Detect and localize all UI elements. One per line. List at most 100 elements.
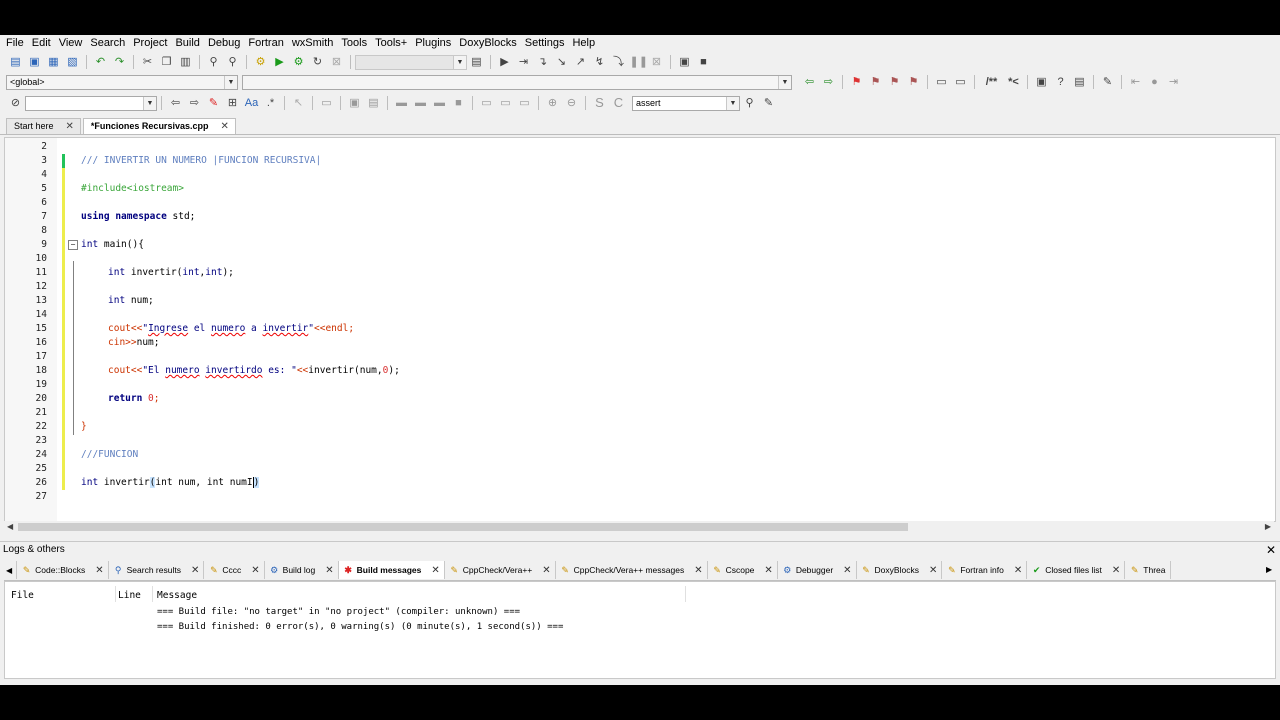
forward-arrow-icon[interactable]: ⇨ [821,74,837,90]
next-instruction-icon[interactable]: ↯ [592,54,608,70]
build-message-row[interactable]: === Build file: "no target" in "no proje… [157,607,520,617]
layout-4-icon[interactable]: ▬ [413,95,429,111]
selected-only-icon[interactable]: ⊞ [225,95,241,111]
uncomment-icon[interactable]: ▭ [953,74,969,90]
open-icon[interactable]: ▣ [27,54,43,70]
logs-tabs-scroll-left[interactable]: ◀ [4,561,18,579]
layout-2-icon[interactable]: ▤ [366,95,382,111]
symbol-settings-icon[interactable]: ✎ [761,95,777,111]
symbol-search-combo[interactable]: assert ▼ [632,95,740,111]
tab-cscope[interactable]: ✎ Cscope ✕ [708,561,778,579]
close-icon[interactable]: ✕ [1014,565,1022,576]
jump-forward-icon[interactable]: ⇥ [1166,74,1182,90]
close-icon[interactable]: ✕ [843,565,851,576]
tab-closed-files-list[interactable]: ✔ Closed files list ✕ [1027,561,1126,579]
run-to-cursor-icon[interactable]: ⇥ [516,54,532,70]
search-next-icon[interactable]: ⇨ [187,95,203,111]
jump-home-icon[interactable]: ● [1147,74,1163,90]
close-icon[interactable]: ✕ [95,565,103,576]
step-out-icon[interactable]: ↗ [573,54,589,70]
column-header-message[interactable]: Message [157,590,197,601]
scroll-right-icon[interactable]: ▶ [1265,521,1271,533]
rebuild-icon[interactable]: ↻ [310,54,326,70]
target-options-icon[interactable]: ▤ [469,54,485,70]
frame-2-icon[interactable]: ▭ [498,95,514,111]
highlight-pen-icon[interactable]: ✎ [206,95,222,111]
find-icon[interactable]: ⚲ [206,54,222,70]
doxy-comment-icon[interactable]: /** [981,74,1003,90]
menu-build[interactable]: Build [171,35,203,51]
tab-build-log[interactable]: ⚙ Build log ✕ [265,561,339,579]
new-file-icon[interactable]: ▤ [8,54,24,70]
close-icon[interactable]: ✕ [251,565,259,576]
tab-debugger[interactable]: ⚙ Debugger ✕ [778,561,857,579]
doxy-open-icon[interactable]: ▤ [1072,74,1088,90]
build-gear-icon[interactable]: ⚙ [253,54,269,70]
column-divider[interactable] [685,586,686,602]
tab-build-messages[interactable]: ✱ Build messages ✕ [338,561,445,579]
close-icon[interactable]: ✕ [694,565,702,576]
layout-5-icon[interactable]: ▬ [432,95,448,111]
close-icon[interactable]: ✕ [431,565,439,576]
bookmark-toggle-icon[interactable]: ⚑ [849,74,865,90]
menu-wxsmith[interactable]: wxSmith [288,35,338,51]
menu-help[interactable]: Help [568,35,599,51]
build-run-icon[interactable]: ⚙ [291,54,307,70]
zoom-out-icon[interactable]: ⊖ [564,95,580,111]
close-icon[interactable]: ✕ [1112,565,1120,576]
incremental-search-combo[interactable]: ▼ [25,95,157,111]
c-icon[interactable]: C [611,95,627,111]
bookmark-clear-icon[interactable]: ⚑ [906,74,922,90]
menu-fortran[interactable]: Fortran [244,35,287,51]
step-instruction-icon[interactable]: ⤵ [611,54,627,70]
copy-icon[interactable]: ❐ [159,54,175,70]
select-cursor-icon[interactable]: ↖ [291,95,307,111]
build-messages-list[interactable]: File Line Message === Build file: "no ta… [4,581,1276,679]
tools-wrench-icon[interactable]: ✎ [1100,74,1116,90]
shape-rect-icon[interactable]: ▭ [319,95,335,111]
tab-search-results[interactable]: ⚲ Search results ✕ [109,561,205,579]
close-icon[interactable]: ✕ [929,565,937,576]
column-header-file[interactable]: File [11,590,34,601]
function-combo[interactable]: ▼ [242,74,792,90]
next-line-icon[interactable]: ↴ [535,54,551,70]
build-message-row[interactable]: === Build finished: 0 error(s), 0 warnin… [157,622,563,632]
tab-cppcheck-vera[interactable]: ✎ CppCheck/Vera++ ✕ [445,561,556,579]
frame-1-icon[interactable]: ▭ [479,95,495,111]
replace-icon[interactable]: ⚲ [225,54,241,70]
tab-cppcheck-vera-messages[interactable]: ✎ CppCheck/Vera++ messages ✕ [556,561,708,579]
fold-toggle-icon[interactable]: − [68,240,78,250]
menu-tools-plus[interactable]: Tools+ [371,35,411,51]
regex-icon[interactable]: .* [263,95,279,111]
save-all-icon[interactable]: ▧ [65,54,81,70]
menu-view[interactable]: View [55,35,87,51]
menu-project[interactable]: Project [129,35,171,51]
tab-cccc[interactable]: ✎ Cccc ✕ [204,561,265,579]
editor-horizontal-scrollbar[interactable]: ◀ ▶ [4,521,1274,533]
run-icon[interactable]: ▶ [272,54,288,70]
doxy-help-icon[interactable]: ? [1053,74,1069,90]
menu-tools[interactable]: Tools [337,35,371,51]
comment-icon[interactable]: ▭ [934,74,950,90]
match-case-icon[interactable]: Aa [244,95,260,111]
menu-edit[interactable]: Edit [28,35,55,51]
layout-3-icon[interactable]: ▬ [394,95,410,111]
frame-3-icon[interactable]: ▭ [517,95,533,111]
menu-debug[interactable]: Debug [204,35,244,51]
scroll-left-icon[interactable]: ◀ [7,521,13,533]
doxywizard-icon[interactable]: ▣ [1034,74,1050,90]
save-icon[interactable]: ▦ [46,54,62,70]
paste-icon[interactable]: ▥ [178,54,194,70]
back-arrow-icon[interactable]: ⇦ [802,74,818,90]
debug-windows-icon[interactable]: ▣ [677,54,693,70]
layout-1-icon[interactable]: ▣ [347,95,363,111]
s-icon[interactable]: S [592,95,608,111]
tab-doxyblocks[interactable]: ✎ DoxyBlocks ✕ [857,561,943,579]
close-icon[interactable]: ✕ [764,565,772,576]
redo-icon[interactable]: ↷ [112,54,128,70]
close-icon[interactable]: ✕ [191,565,199,576]
scrollbar-thumb[interactable] [18,523,908,531]
build-target-combo[interactable]: ▼ [355,54,467,70]
stop-debug-icon[interactable]: ⊠ [649,54,665,70]
column-header-line[interactable]: Line [118,590,141,601]
